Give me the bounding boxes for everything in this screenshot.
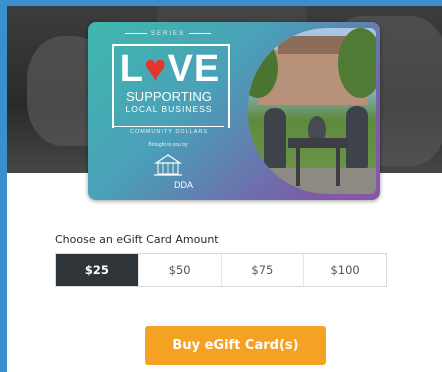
photo-statue <box>264 108 286 168</box>
gazebo-logo-icon <box>154 154 182 176</box>
buy-egift-card-button[interactable]: Buy eGift Card(s) <box>145 326 326 365</box>
frame-border-left <box>0 0 7 372</box>
photo-tree <box>338 28 376 98</box>
amount-option-75[interactable]: $75 <box>221 254 305 286</box>
card-community-dollars-text: COMMUNITY DOLLARS <box>114 126 224 135</box>
photo-statue <box>346 106 368 168</box>
card-series-text: SERIES <box>118 31 218 37</box>
amount-label: Choose an eGift Card Amount <box>55 233 219 246</box>
gift-card-image: SERIES L♥VE SUPPORTING LOCAL BUSINESS CO… <box>88 22 380 200</box>
photo-roof <box>278 36 348 54</box>
card-brought-by-text: Brought to you by <box>148 142 188 148</box>
card-sculpture-photo <box>248 28 376 194</box>
card-love-title: L♥VE <box>112 50 228 88</box>
card-dda-text: DDA <box>174 180 194 190</box>
photo-table-leg <box>296 146 300 186</box>
card-love-prefix: L <box>119 48 144 90</box>
photo-table-leg <box>336 146 340 186</box>
gift-card-branding: SERIES L♥VE SUPPORTING LOCAL BUSINESS CO… <box>88 22 246 200</box>
amount-selector: $25 $50 $75 $100 <box>55 253 387 287</box>
photo-ground <box>248 168 376 194</box>
card-supporting-text: SUPPORTING <box>126 89 212 104</box>
amount-option-100[interactable]: $100 <box>304 254 386 286</box>
amount-option-25[interactable]: $25 <box>56 254 139 286</box>
heart-icon: ♥ <box>143 48 168 90</box>
amount-option-50[interactable]: $50 <box>138 254 222 286</box>
card-local-business-text: LOCAL BUSINESS <box>125 104 213 114</box>
card-love-suffix: VE <box>167 48 221 90</box>
